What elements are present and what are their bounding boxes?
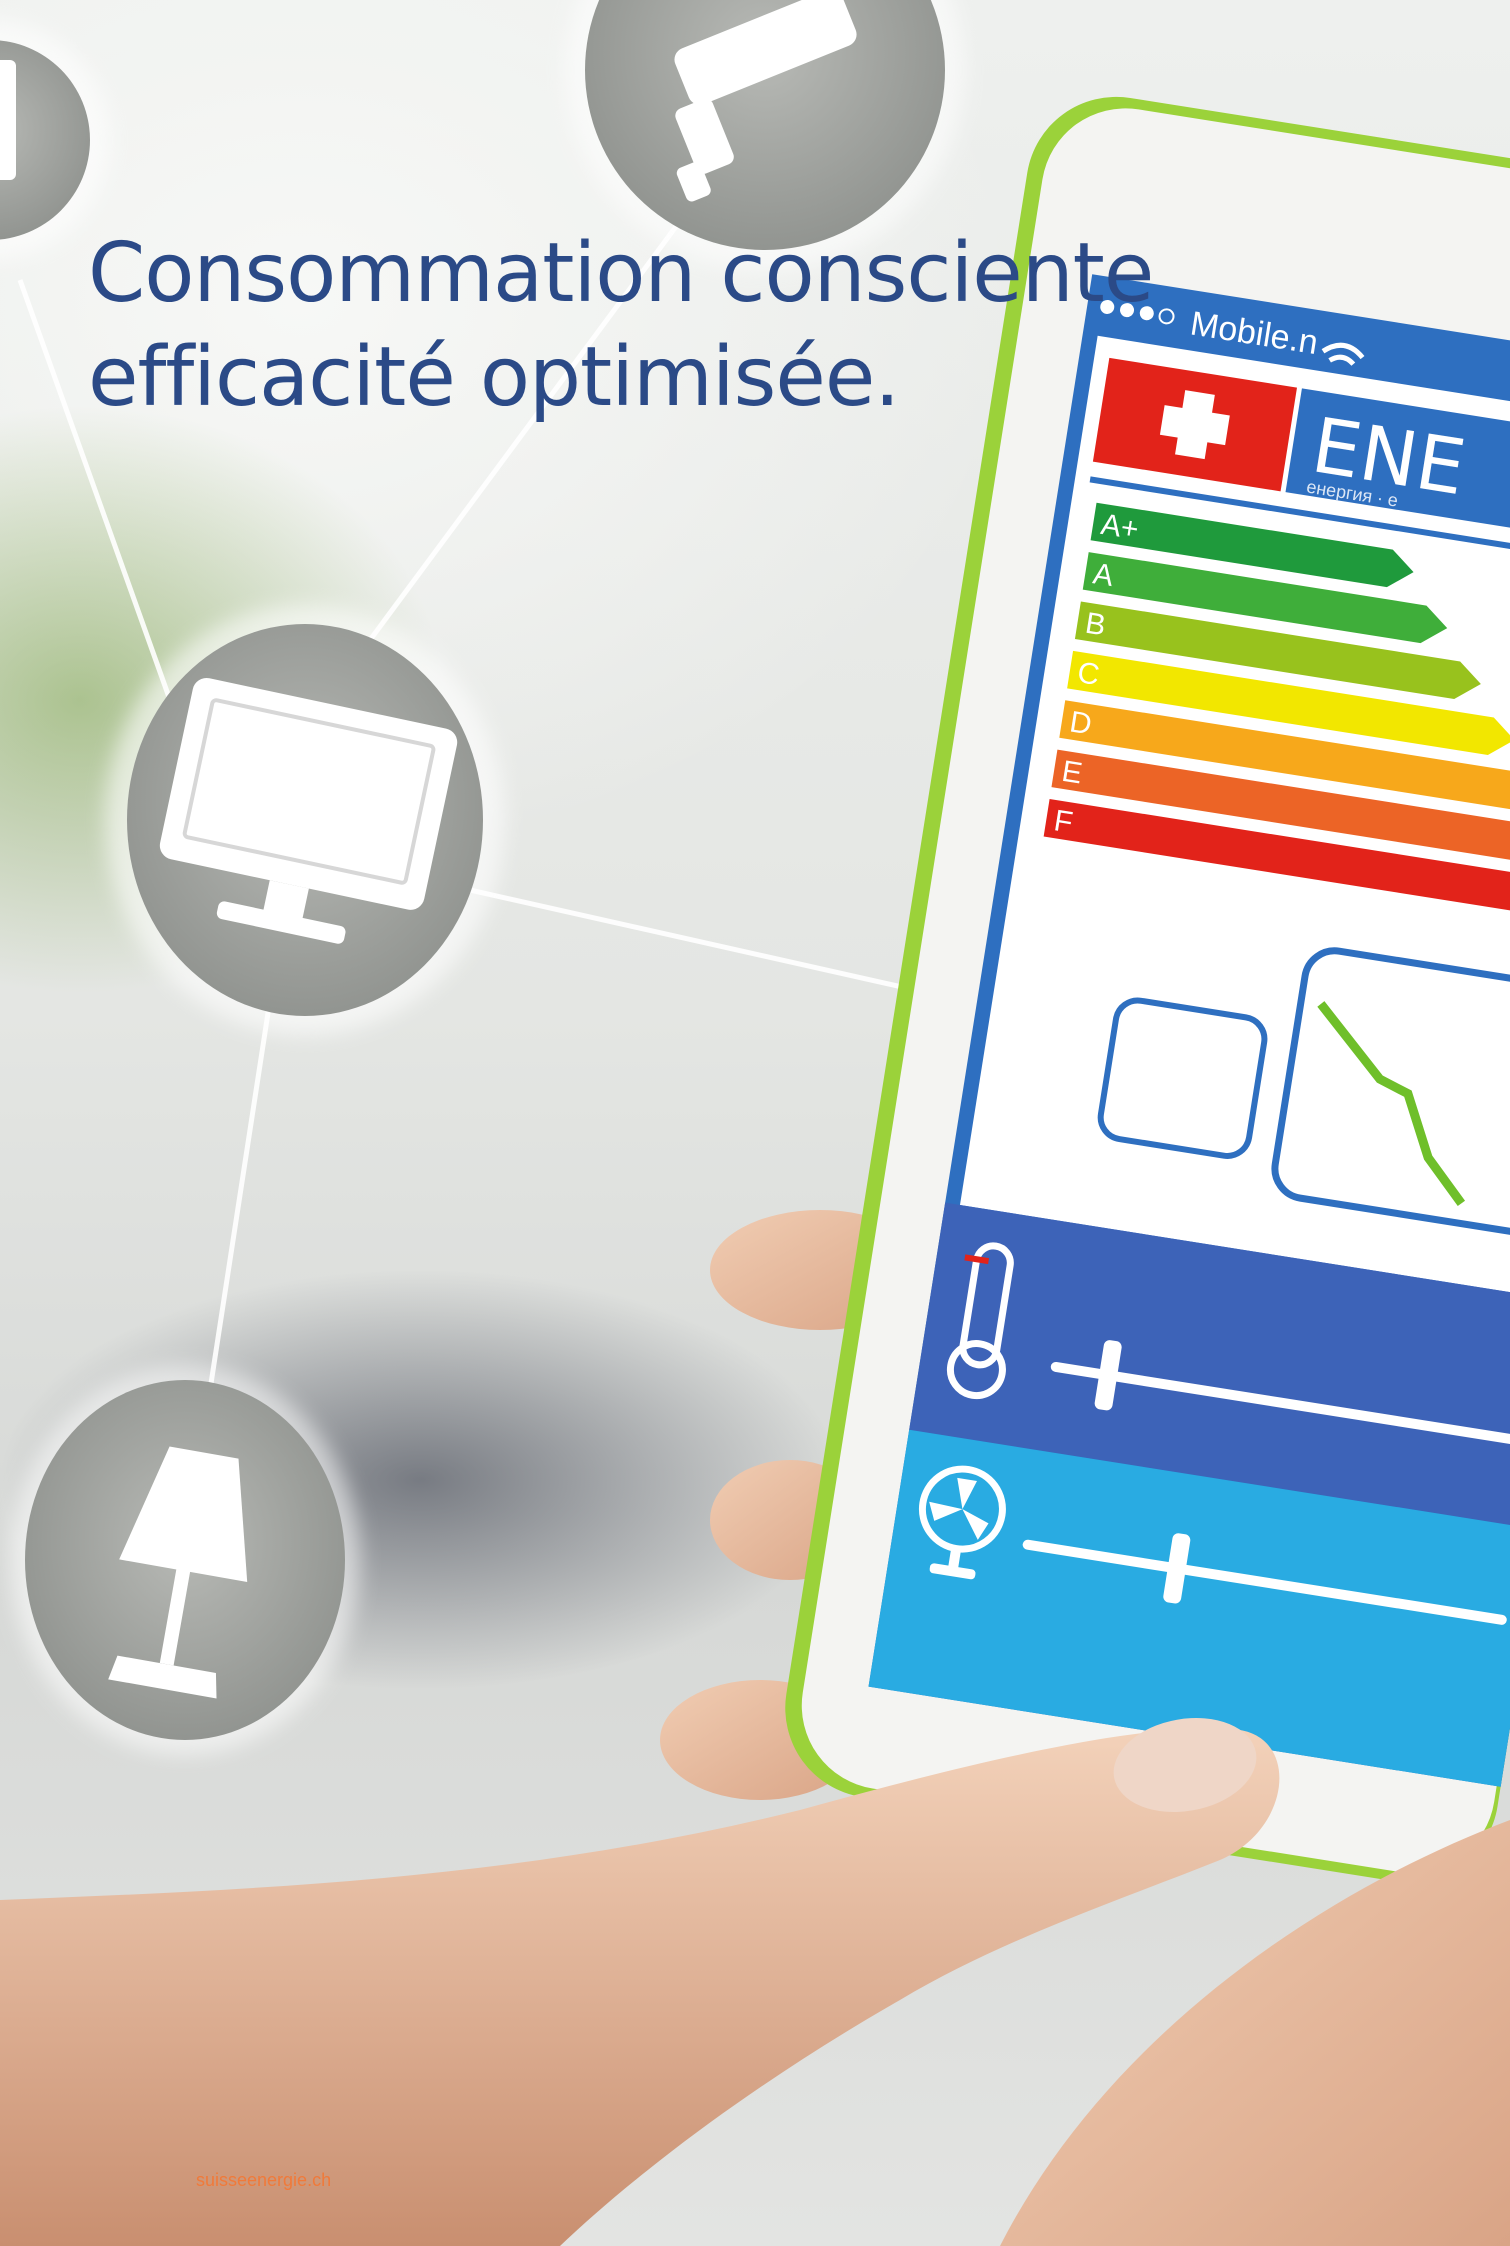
lamp-icon	[10, 1365, 360, 1755]
photo-background: Mobile.n ENE енергия · e A+ABCDEF	[0, 0, 1510, 2246]
headline-line-2: efficacité optimisée.	[88, 330, 900, 425]
headline-line-1: Consommation consciente	[88, 226, 1154, 321]
footer-url[interactable]: suisseenergie.ch	[196, 2170, 331, 2191]
headline: Consommation consciente efficacité optim…	[88, 222, 1154, 430]
monitor-icon	[105, 605, 505, 1035]
energy-class-label: A+	[1099, 508, 1141, 546]
